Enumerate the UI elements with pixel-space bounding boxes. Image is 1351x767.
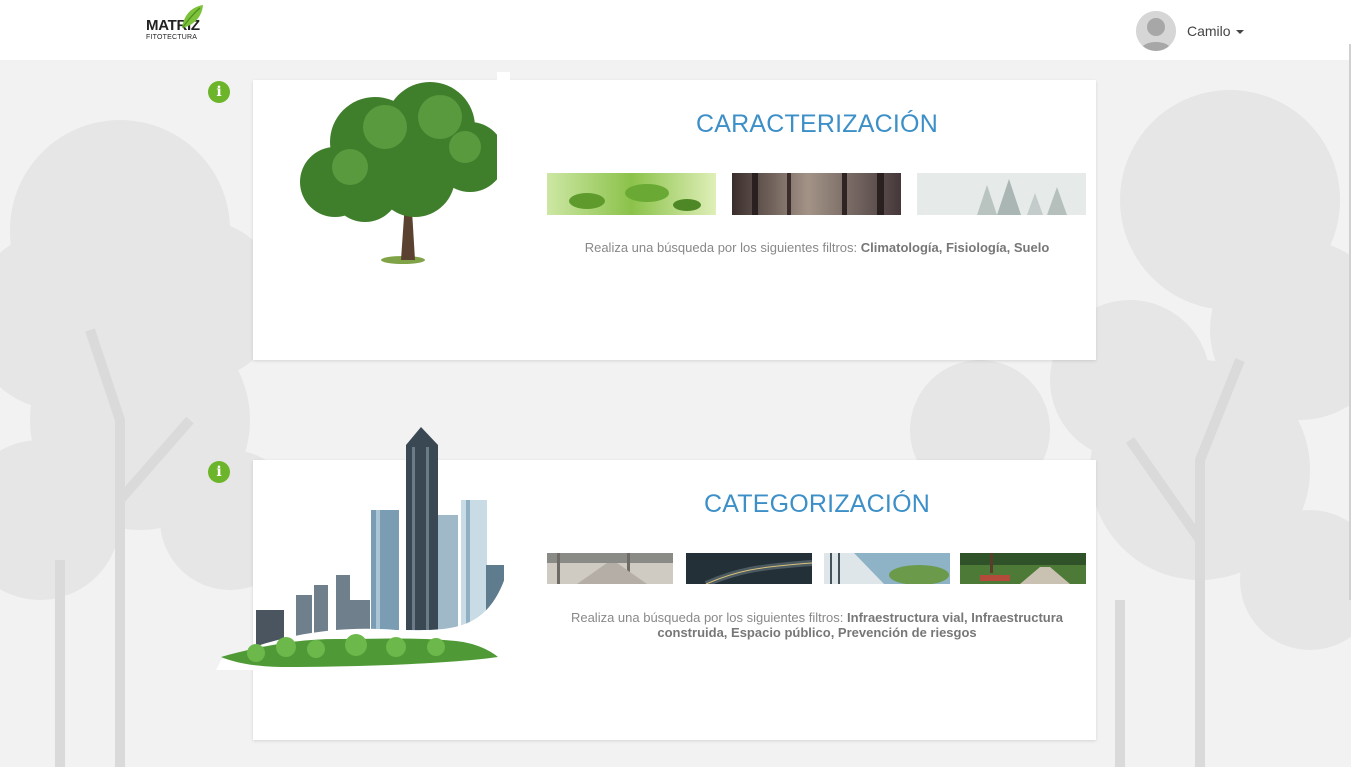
highway-photo	[686, 553, 812, 584]
forest-photo	[732, 173, 901, 215]
description-prefix: Realiza una búsqueda por los siguientes …	[570, 610, 848, 625]
user-name[interactable]: Camilo	[1187, 23, 1231, 39]
misty-forest-photo	[917, 173, 1086, 215]
info-icon[interactable]: i	[208, 81, 230, 103]
section-card-caracterizacion[interactable]: CARACTERIZACIÓN Realiza una búsqueda por…	[253, 72, 1096, 360]
chevron-down-icon[interactable]	[1236, 30, 1244, 34]
section-title: CATEGORIZACIÓN	[704, 490, 930, 518]
matriz-logo[interactable]: MATRIZ FITOTECTURA	[136, 4, 208, 46]
building-photo	[824, 553, 950, 584]
logo-subtext: FITOTECTURA	[146, 34, 198, 41]
filter-list: Climatología, Fisiología, Suelo	[860, 240, 1050, 255]
thumbnail-plants[interactable]	[547, 173, 716, 215]
avatar[interactable]	[1136, 11, 1176, 51]
thumbnail-misty-forest[interactable]	[917, 173, 1086, 215]
thumbnail-forest[interactable]	[732, 173, 901, 215]
thumbnail-building[interactable]	[824, 553, 950, 584]
park-photo	[960, 553, 1086, 584]
thumbnail-highway[interactable]	[686, 553, 812, 584]
thumbnail-park-path[interactable]	[960, 553, 1086, 584]
user-silhouette-icon	[1136, 11, 1176, 51]
section-title: CARACTERIZACIÓN	[696, 110, 938, 138]
top-navbar: MATRIZ FITOTECTURA Camilo	[0, 0, 1351, 60]
road-photo	[547, 553, 673, 584]
leaf-icon	[182, 5, 203, 28]
city-buildings-image	[216, 427, 506, 670]
tree-image	[300, 72, 510, 272]
section-description: Realiza una búsqueda por los siguientes …	[563, 610, 1071, 640]
plants-photo	[547, 173, 716, 215]
description-prefix: Realiza una búsqueda por los siguientes …	[584, 240, 861, 255]
section-description: Realiza una búsqueda por los siguientes …	[563, 240, 1071, 255]
thumbnail-road-trees[interactable]	[547, 553, 673, 584]
user-menu-dropdown[interactable]: Camilo	[1136, 10, 1256, 51]
